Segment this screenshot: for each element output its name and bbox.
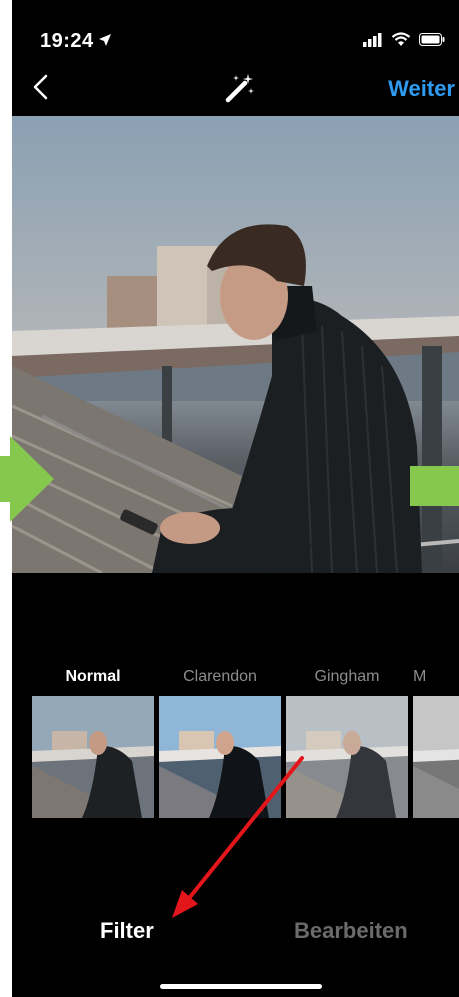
filter-partial[interactable]: M [413,664,459,818]
filter-label: Clarendon [183,668,257,685]
green-arrow-icon [0,436,54,522]
filter-normal[interactable]: Normal [32,664,154,818]
home-indicator [160,984,322,989]
tab-filter[interactable]: Filter [100,918,154,944]
next-button[interactable]: Weiter [388,76,455,102]
filter-thumbnail [32,696,154,818]
tab-edit[interactable]: Bearbeiten [294,918,408,944]
photo-preview [12,116,459,573]
signal-icon [363,32,382,47]
green-arrow-icon [410,466,459,506]
wifi-icon [391,32,411,46]
editor-header: Weiter [12,62,459,114]
status-time: 19:24 [40,30,94,52]
photo-image [12,116,459,573]
location-arrow-icon [99,34,111,46]
bottom-tabs: Filter Bearbeiten [12,918,459,954]
status-icons [363,32,445,47]
filter-label: Normal [65,668,121,685]
magic-wand-icon[interactable] [224,72,256,104]
status-bar: 19:24 [12,18,459,54]
battery-icon [419,33,445,46]
filter-label: Gingham [314,668,380,685]
filter-thumbnail [413,696,459,818]
filter-label: M [413,668,427,685]
back-chevron-icon[interactable] [26,72,56,102]
red-arrow-icon [172,756,304,918]
